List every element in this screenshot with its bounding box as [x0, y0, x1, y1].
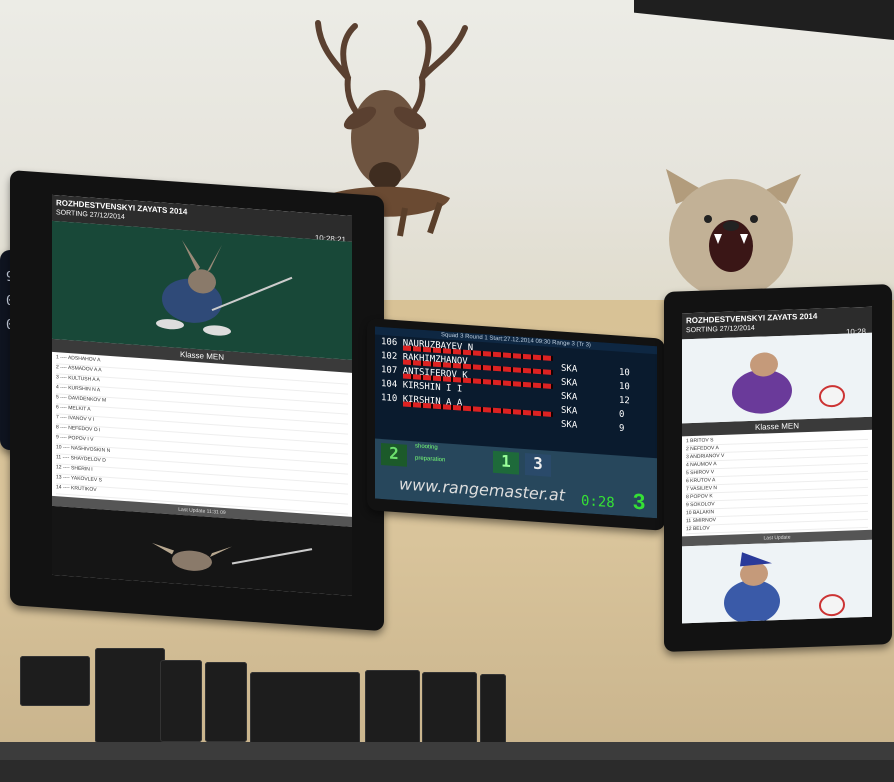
device-box	[205, 662, 247, 742]
shooter-bib: 102	[381, 350, 398, 363]
cartoon-banner	[682, 332, 872, 424]
device-box	[365, 670, 420, 744]
right-screen: ROZHDESTVENSKYI ZAYATS 2014 SORTING 27/1…	[682, 306, 872, 624]
cartoon-illustration-small	[724, 552, 845, 624]
right-results-list: 1 BRITOV S 2 NEFEDOV A 3 ANDRIANOV V 4 N…	[682, 430, 872, 537]
legend-preparation: preparation	[415, 455, 446, 464]
shooter-club: SKA	[561, 377, 578, 389]
hare-illustration	[156, 240, 293, 336]
big-counter: 3	[633, 488, 646, 515]
shooter-score: 0	[619, 409, 625, 421]
device-box	[160, 660, 202, 742]
lane-number: 1	[493, 450, 519, 475]
shooter-bib: 110	[381, 392, 398, 405]
right-bottom-image	[682, 539, 872, 624]
left-screen: ROZHDESTVENSKYI ZAYATS 2014 SORTING 27/1…	[52, 194, 352, 596]
shooter-club: SKA	[561, 363, 578, 375]
cartoon-illustration	[732, 352, 845, 414]
floor-rail	[0, 760, 894, 782]
rangemaster-monitor: Squad 3 Round 1 Start:27.12.2014 09:30 R…	[367, 318, 665, 531]
shooter-score: 9	[619, 423, 625, 435]
station-number: 2	[381, 442, 407, 467]
shooter-bib: 107	[381, 364, 398, 377]
wolf-trophy	[666, 169, 801, 299]
shooter-bib: 106	[381, 336, 398, 349]
shooter-score: 12	[619, 395, 630, 407]
shooter-club: SKA	[561, 405, 578, 417]
shooter-bib: 104	[381, 378, 398, 391]
right-monitor: ROZHDESTVENSKYI ZAYATS 2014 SORTING 27/1…	[664, 284, 892, 652]
device-box	[422, 672, 477, 744]
rangemaster-screen: Squad 3 Round 1 Start:27.12.2014 09:30 R…	[375, 326, 657, 519]
device-box	[95, 648, 165, 743]
device-box	[250, 672, 360, 744]
device-box	[480, 674, 506, 744]
device-box	[20, 656, 90, 706]
shelf	[0, 742, 894, 762]
shooter-score: 10	[619, 367, 630, 379]
shooter-club: SKA	[561, 391, 578, 403]
shooter-club: SKA	[561, 419, 578, 431]
left-results-list: 1 ---- ADSHAHOV A 2 ---- ASMADOV A A 3 -…	[52, 352, 352, 517]
timer-display: 0:28	[581, 492, 615, 512]
left-monitor: ROZHDESTVENSKYI ZAYATS 2014 SORTING 27/1…	[10, 170, 384, 632]
round-number: 3	[525, 453, 551, 477]
hare-banner	[52, 220, 352, 360]
legend-shooting: shooting	[415, 443, 438, 451]
shooter-score: 10	[619, 381, 630, 393]
